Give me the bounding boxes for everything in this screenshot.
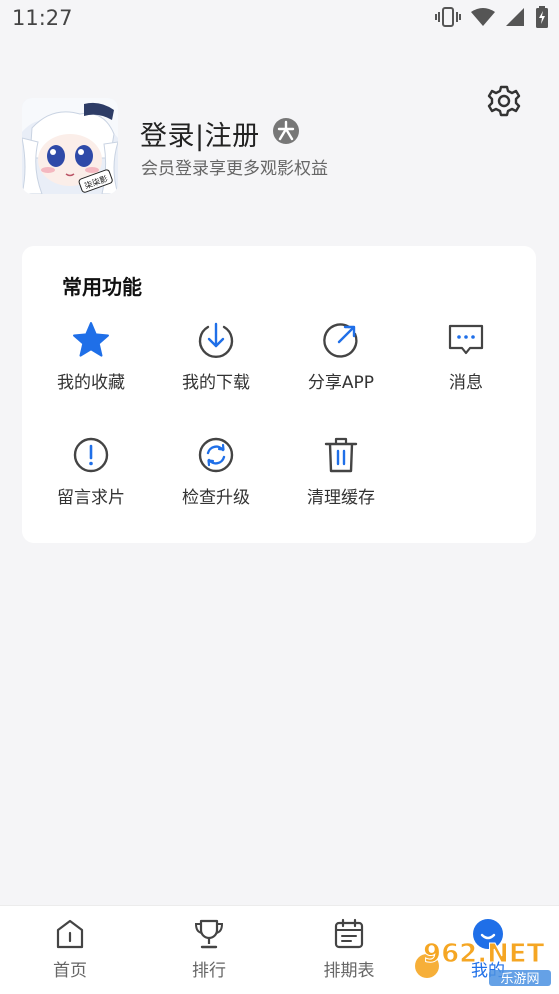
clear-cache-label: 清理缓存 [307,488,375,508]
status-time: 11:27 [12,6,73,30]
login-subtitle: 会员登录享更多观影权益 [141,159,328,179]
share-app-button[interactable]: 分享APP [281,321,401,393]
downloads-label: 我的下载 [182,373,250,393]
tab-ranking[interactable]: 排行 [159,918,259,981]
vip-badge [272,117,300,145]
check-update-button[interactable]: 检查升级 [156,436,276,508]
watermark-text: 962.NET [423,939,545,969]
vibrate-icon [435,7,461,27]
check-update-label: 检查升级 [182,488,250,508]
refresh-icon [198,437,234,473]
home-icon [56,919,84,949]
trophy-icon [194,919,224,949]
favorites-label: 我的收藏 [57,373,125,393]
tab-schedule-label: 排期表 [323,961,375,981]
request-movie-button[interactable]: 留言求片 [31,436,151,508]
share-app-label: 分享APP [307,373,375,393]
message-icon [448,324,484,355]
settings-button[interactable] [487,84,521,118]
star-icon [73,322,109,357]
request-movie-label: 留言求片 [57,488,125,508]
avatar[interactable]: 柒柒影 [22,98,118,194]
status-icons [435,6,549,28]
download-icon [198,322,234,359]
card-title: 常用功能 [62,275,142,299]
site-watermark: 962.NET 乐游网 [415,936,555,988]
avatar-image: 柒柒影 [22,98,118,194]
status-bar: 11:27 [0,0,559,38]
gear-icon [487,85,521,117]
vip-icon [273,118,299,144]
login-register-link[interactable]: 登录|注册 [140,114,260,153]
tab-home[interactable]: 首页 [20,918,120,981]
calendar-icon [334,918,364,949]
trash-icon [324,437,358,473]
wifi-icon [471,8,495,26]
tab-schedule[interactable]: 排期表 [299,918,399,981]
clear-cache-button[interactable]: 清理缓存 [281,436,401,508]
messages-button[interactable]: 消息 [406,321,526,393]
battery-icon [536,6,548,28]
watermark-subtext: 乐游网 [500,972,539,987]
favorites-button[interactable]: 我的收藏 [31,321,151,393]
messages-label: 消息 [449,373,483,393]
downloads-button[interactable]: 我的下载 [156,321,276,393]
quick-functions-card: 常用功能 我的收藏 我的下载 分享APP 消息 留言求片 检查升级 清理缓存 [22,246,536,543]
tab-home-label: 首页 [53,961,87,981]
exclamation-icon [73,437,109,473]
tab-ranking-label: 排行 [192,961,226,981]
share-icon [323,323,358,358]
signal-icon [506,8,524,26]
